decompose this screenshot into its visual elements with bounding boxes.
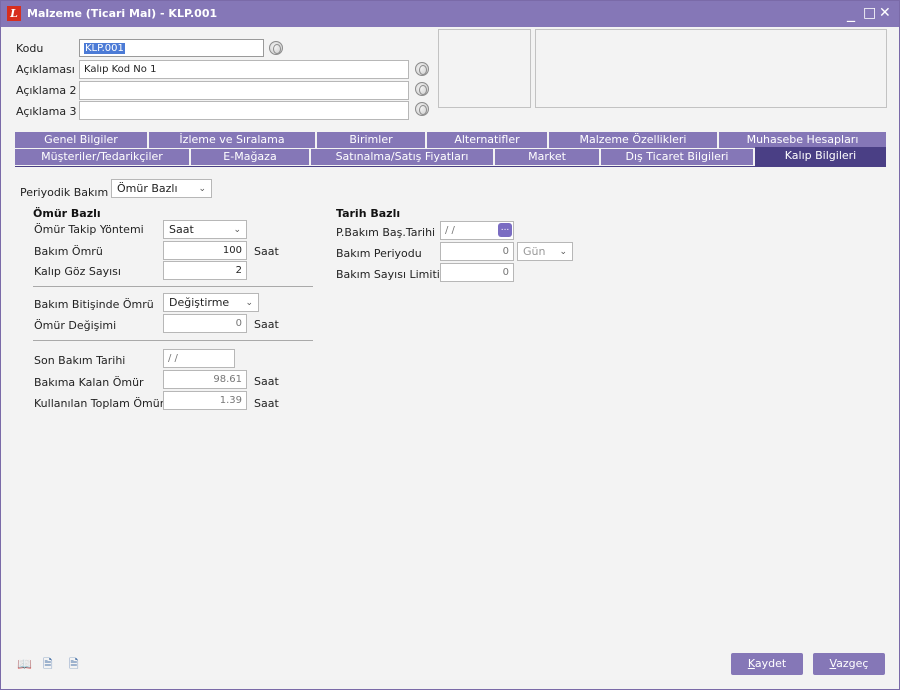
tarih-bazli-title: Tarih Bazlı	[336, 207, 401, 220]
close-button[interactable]: ✕	[879, 3, 891, 23]
omur-degisimi-label: Ömür Değişimi	[34, 319, 117, 332]
image-panel-large[interactable]	[535, 29, 887, 108]
window-title: Malzeme (Ticari Mal) - KLP.001	[27, 7, 218, 20]
bakim-periyodu-unit-select[interactable]: Gün ⌄	[517, 242, 573, 261]
bakim-omru-input[interactable]: 100	[163, 241, 247, 260]
aciklama2-globe-icon[interactable]	[415, 82, 429, 96]
material-window: L Malzeme (Ticari Mal) - KLP.001 _ □ ✕ K…	[0, 0, 900, 690]
image-panel-small[interactable]	[438, 29, 531, 108]
bakim-bas-tarihi-value: / /	[445, 225, 455, 236]
tab-alternatifler[interactable]: Alternatifler	[427, 132, 547, 148]
aciklama3-input[interactable]	[79, 101, 409, 120]
divider	[33, 340, 313, 341]
tab-underline	[15, 166, 886, 167]
divider	[33, 286, 313, 287]
bakim-periyodu-unit: Gün	[523, 245, 546, 258]
bakim-bitis-label: Bakım Bitişinde Ömrü	[34, 298, 154, 311]
aciklama2-label: Açıklama 2	[16, 84, 77, 97]
kodu-globe-icon[interactable]	[269, 41, 283, 55]
kodu-input[interactable]: KLP.001	[79, 39, 264, 57]
tab-dis-ticaret-bilgileri[interactable]: Dış Ticaret Bilgileri	[601, 149, 753, 165]
chevron-down-icon: ⌄	[233, 225, 241, 235]
tab-malzeme-ozellikleri[interactable]: Malzeme Özellikleri	[549, 132, 717, 148]
toplam-omur-label: Kullanılan Toplam Ömür	[34, 397, 165, 410]
periyodik-bakim-select[interactable]: Ömür Bazlı ⌄	[111, 179, 212, 198]
omur-takip-label: Ömür Takip Yöntemi	[34, 223, 144, 236]
save-button-accelerator: K	[747, 657, 755, 670]
cancel-button-label: azgeç	[836, 657, 869, 670]
bakim-omru-unit: Saat	[254, 245, 279, 258]
save-button-label: aydet	[754, 657, 787, 670]
kalip-goz-input[interactable]: 2	[163, 261, 247, 280]
toplam-omur-input[interactable]: 1.39	[163, 391, 247, 410]
periyodik-bakim-label: Periyodik Bakım	[20, 186, 109, 199]
bakim-periyodu-label: Bakım Periyodu	[336, 247, 422, 260]
periyodik-bakim-value: Ömür Bazlı	[117, 182, 178, 195]
chevron-down-icon: ⌄	[198, 184, 206, 194]
tab-birimler[interactable]: Birimler	[317, 132, 425, 148]
save-button[interactable]: Kaydet	[731, 653, 803, 675]
bakima-kalan-input[interactable]: 98.61	[163, 370, 247, 389]
tab-muhasebe-hesaplari[interactable]: Muhasebe Hesapları	[719, 132, 886, 148]
omur-degisimi-input[interactable]: 0	[163, 314, 247, 333]
son-bakim-input[interactable]: / /	[163, 349, 235, 368]
maximize-button[interactable]: □	[863, 3, 876, 23]
tab-market[interactable]: Market	[495, 149, 599, 165]
aciklamasi-input[interactable]: Kalıp Kod No 1	[79, 60, 409, 79]
chevron-down-icon: ⌄	[245, 298, 253, 308]
bakim-omru-label: Bakım Ömrü	[34, 245, 103, 258]
omur-takip-select[interactable]: Saat ⌄	[163, 220, 247, 239]
cancel-button[interactable]: Vazgeç	[813, 653, 885, 675]
notes-icon[interactable]: 🗎	[69, 658, 81, 670]
bakim-bas-tarihi-label: P.Bakım Baş.Tarihi	[336, 226, 436, 239]
minimize-button[interactable]: _	[847, 3, 855, 23]
toplam-omur-unit: Saat	[254, 397, 279, 410]
kodu-value: KLP.001	[84, 43, 125, 54]
tab-e-magaza[interactable]: E-Mağaza	[191, 149, 309, 165]
title-bar: L Malzeme (Ticari Mal) - KLP.001 _ □ ✕	[1, 1, 899, 27]
document-icon[interactable]: 🗎	[43, 658, 55, 670]
aciklama3-label: Açıklama 3	[16, 105, 77, 118]
son-bakim-label: Son Bakım Tarihi	[34, 354, 126, 367]
tab-musteriler-tedarikciler[interactable]: Müşteriler/Tedarikçiler	[15, 149, 189, 165]
chevron-down-icon: ⌄	[559, 247, 567, 257]
tab-satinalma-satis-fiyatlari[interactable]: Satınalma/Satış Fiyatları	[311, 149, 493, 165]
bakima-kalan-unit: Saat	[254, 375, 279, 388]
omur-degisimi-unit: Saat	[254, 318, 279, 331]
book-icon[interactable]: 📖	[17, 658, 32, 670]
date-picker-button[interactable]: ...	[498, 223, 512, 237]
aciklama3-globe-icon[interactable]	[415, 102, 429, 116]
tab-kalip-bilgileri[interactable]: Kalıp Bilgileri	[755, 147, 886, 166]
bakim-sayisi-limiti-input[interactable]: 0	[440, 263, 514, 282]
aciklama2-input[interactable]	[79, 81, 409, 100]
bakima-kalan-label: Bakıma Kalan Ömür	[34, 376, 144, 389]
tab-genel-bilgiler[interactable]: Genel Bilgiler	[15, 132, 147, 148]
kodu-label: Kodu	[16, 42, 44, 55]
kalip-goz-label: Kalıp Göz Sayısı	[34, 265, 121, 278]
tab-izleme-siralama[interactable]: İzleme ve Sıralama	[149, 132, 315, 148]
omur-bazli-title: Ömür Bazlı	[33, 207, 101, 220]
bakim-periyodu-input[interactable]: 0	[440, 242, 514, 261]
app-logo-icon: L	[7, 6, 21, 21]
omur-takip-value: Saat	[169, 223, 194, 236]
bakim-sayisi-limiti-label: Bakım Sayısı Limiti	[336, 268, 440, 281]
bakim-bitis-select[interactable]: Değiştirme ⌄	[163, 293, 259, 312]
aciklamasi-label: Açıklaması	[16, 63, 75, 76]
aciklamasi-globe-icon[interactable]	[415, 62, 429, 76]
bakim-bitis-value: Değiştirme	[169, 296, 230, 309]
